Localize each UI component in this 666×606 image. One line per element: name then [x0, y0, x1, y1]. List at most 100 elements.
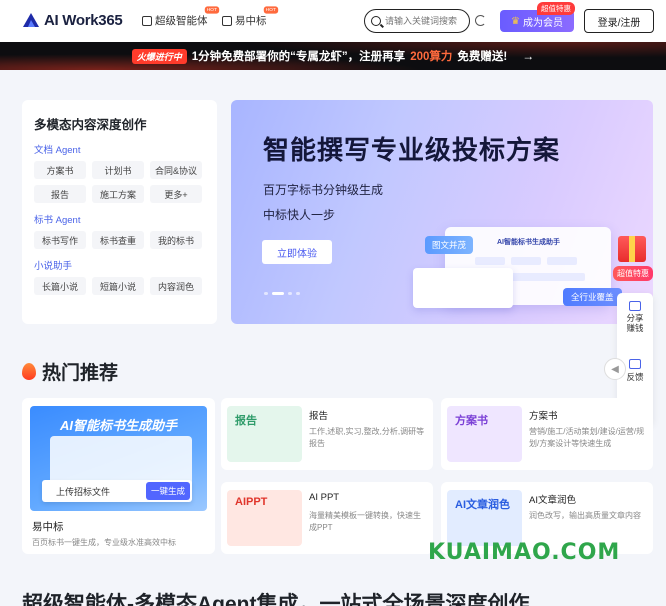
carousel-dot[interactable] [296, 292, 300, 295]
content-creation-card: 多模态内容深度创作 文档 Agent 方案书 计划书 合同&协议 报告 施工方案… [22, 100, 217, 324]
generate-button: 一键生成 [146, 482, 190, 500]
card-desc: 润色改写，输出高质量文章内容 [529, 511, 641, 520]
feedback-icon [629, 359, 641, 369]
card-desc: 营销/施工/活动策划/建设/运营/规划/方案设计等快速生成 [529, 427, 645, 448]
card-name: 报告 [309, 411, 329, 422]
chip[interactable]: 长篇小说 [34, 277, 86, 295]
tool-card-proposal[interactable]: 方案书 方案书 营销/施工/活动策划/建设/运营/规划/方案设计等快速生成 [441, 398, 653, 470]
document-icon [222, 15, 232, 26]
flame-icon [22, 363, 36, 380]
promo-badge: 火爆进行中 [131, 48, 187, 64]
promo-text-2: 免费赠送! [457, 51, 508, 63]
scroll-left-button[interactable]: ◀ [604, 358, 626, 380]
featured-name: 易中标 [32, 521, 64, 533]
chip[interactable]: 施工方案 [92, 185, 144, 203]
group-label-novel[interactable]: 小说助手 [34, 258, 205, 272]
chip[interactable]: 方案书 [34, 161, 86, 179]
carousel-dot[interactable] [264, 292, 268, 295]
feature-tag: 全行业覆盖 [563, 288, 622, 306]
chip[interactable]: 合同&协议 [150, 161, 202, 179]
feedback-label: 反馈 [626, 372, 644, 382]
search-input[interactable] [385, 16, 461, 26]
promo-text: 1分钟免费部署你的“专属龙虾”，注册再享 [191, 51, 406, 63]
card-thumbnail: AIPPT [227, 490, 302, 546]
vip-discount-badge: 超值特惠 [537, 2, 575, 15]
chip[interactable]: 计划书 [92, 161, 144, 179]
hot-badge: HOT [204, 6, 219, 14]
tool-card-report[interactable]: 报告 报告 工作,述职,实习,整改,分析,调研等报告 [221, 398, 433, 470]
try-now-button[interactable]: 立即体验 [262, 240, 332, 264]
card-name: AI PPT [309, 492, 340, 503]
card-thumbnail: AI文章润色 [447, 490, 522, 546]
card-thumbnail: 方案书 [447, 406, 522, 462]
chip[interactable]: 短篇小说 [92, 277, 144, 295]
carousel-dot[interactable] [288, 292, 292, 295]
share-earn-button[interactable]: 分享赚钱 [617, 301, 653, 333]
featured-banner-title: AI智能标书生成助手 [59, 418, 177, 433]
mock-bar [475, 257, 505, 265]
crown-icon: ♛ [511, 15, 520, 27]
banner-subtitle: 百万字标书分钟级生成 [263, 183, 384, 197]
group-label-bid-agent[interactable]: 标书 Agent [34, 212, 205, 226]
chip[interactable]: 标书查重 [92, 231, 144, 249]
upload-label: 上传招标文件 [56, 486, 111, 497]
banner-subtitle-2: 中标快人一步 [263, 208, 336, 222]
mock-doc-window [413, 268, 513, 308]
nav-super-agent[interactable]: 超级智能体 HOT [142, 6, 219, 28]
card-thumbnail: 报告 [227, 406, 302, 462]
logo-text: AI Work365 [44, 11, 123, 29]
mock-bar [547, 257, 577, 265]
doc-agent-chips: 方案书 计划书 合同&协议 报告 施工方案 更多+ [34, 161, 205, 203]
mock-title: AI智能标书生成助手 [497, 239, 560, 246]
upload-bar: 上传招标文件 一键生成 [42, 480, 192, 502]
carousel-dot-active[interactable] [272, 292, 284, 295]
top-header: AI Work365 超级智能体 HOT 易中标 HOT ♛ 成为会员 超值特惠… [0, 0, 666, 42]
chip[interactable]: 报告 [34, 185, 86, 203]
chip[interactable]: 更多+ [150, 185, 202, 203]
group-label-doc-agent[interactable]: 文档 Agent [34, 142, 205, 156]
agent-icon [142, 15, 152, 26]
bid-agent-chips: 标书写作 标书查重 我的标书 [34, 231, 205, 249]
banner-title: 智能撰写专业级投标方案 [263, 135, 561, 165]
arrow-right-icon: → [522, 49, 535, 63]
promo-banner[interactable]: 火爆进行中 1分钟免费部署你的“专属龙虾”，注册再享 200算力 免费赠送! → [0, 42, 666, 70]
novel-chips: 长篇小说 短篇小说 内容润色 [34, 277, 205, 295]
card-desc: 工作,述职,实习,整改,分析,调研等报告 [309, 427, 425, 448]
search-icon [371, 16, 381, 26]
promo-highlight: 200算力 [410, 51, 453, 63]
refresh-icon[interactable] [475, 15, 486, 26]
bottom-section-title: 超级智能体-多模态Agent集成，一站式全场景深度创作 [22, 593, 530, 606]
section-title: 热门推荐 [22, 358, 118, 385]
featured-image: AI智能标书生成助手 上传招标文件 一键生成 [30, 406, 207, 511]
card-name: 方案书 [529, 411, 558, 422]
nav-yizhongbiao[interactable]: 易中标 HOT [222, 6, 278, 28]
card-name: AI文章润色 [529, 495, 576, 506]
card-title: 多模态内容深度创作 [34, 118, 147, 132]
share-icon [629, 301, 641, 311]
nav-yizhongbiao-label: 易中标 [235, 15, 267, 27]
chip[interactable]: 内容润色 [150, 277, 202, 295]
section-title-text: 热门推荐 [42, 363, 119, 384]
hot-badge: HOT [263, 6, 278, 14]
chip[interactable]: 标书写作 [34, 231, 86, 249]
login-register-button[interactable]: 登录/注册 [584, 9, 654, 33]
thumb-title: AI文章润色 [455, 499, 510, 511]
watermark: KUAIMAO.COM [428, 540, 621, 565]
share-label: 分享赚钱 [626, 313, 644, 334]
search-box[interactable] [364, 9, 470, 33]
nav-super-agent-label: 超级智能体 [155, 15, 208, 27]
card-desc: 海量精美模板一键转换，快速生成PPT [309, 511, 421, 532]
gift-discount-tag[interactable]: 超值特惠 [613, 266, 653, 281]
chip[interactable]: 我的标书 [150, 231, 202, 249]
vip-label: 成为会员 [522, 17, 563, 29]
thumb-title: 方案书 [455, 415, 488, 427]
thumb-title: 报告 [235, 415, 257, 427]
tool-card-ai-ppt[interactable]: AIPPT AI PPT 海量精美模板一键转换，快速生成PPT [221, 482, 433, 554]
logo[interactable]: AI Work365 [22, 11, 123, 29]
featured-desc: 百页标书一键生成，专业级水准高效中标 [32, 538, 176, 547]
featured-card[interactable]: AI智能标书生成助手 上传招标文件 一键生成 易中标 百页标书一键生成，专业级水… [22, 398, 215, 554]
feature-tag: 图文并茂 [425, 236, 474, 254]
thumb-title: AIPPT [235, 496, 268, 508]
hero-banner[interactable]: 智能撰写专业级投标方案 百万字标书分钟级生成 中标快人一步 立即体验 AI智能标… [231, 100, 653, 324]
carousel-dots[interactable] [264, 292, 300, 295]
